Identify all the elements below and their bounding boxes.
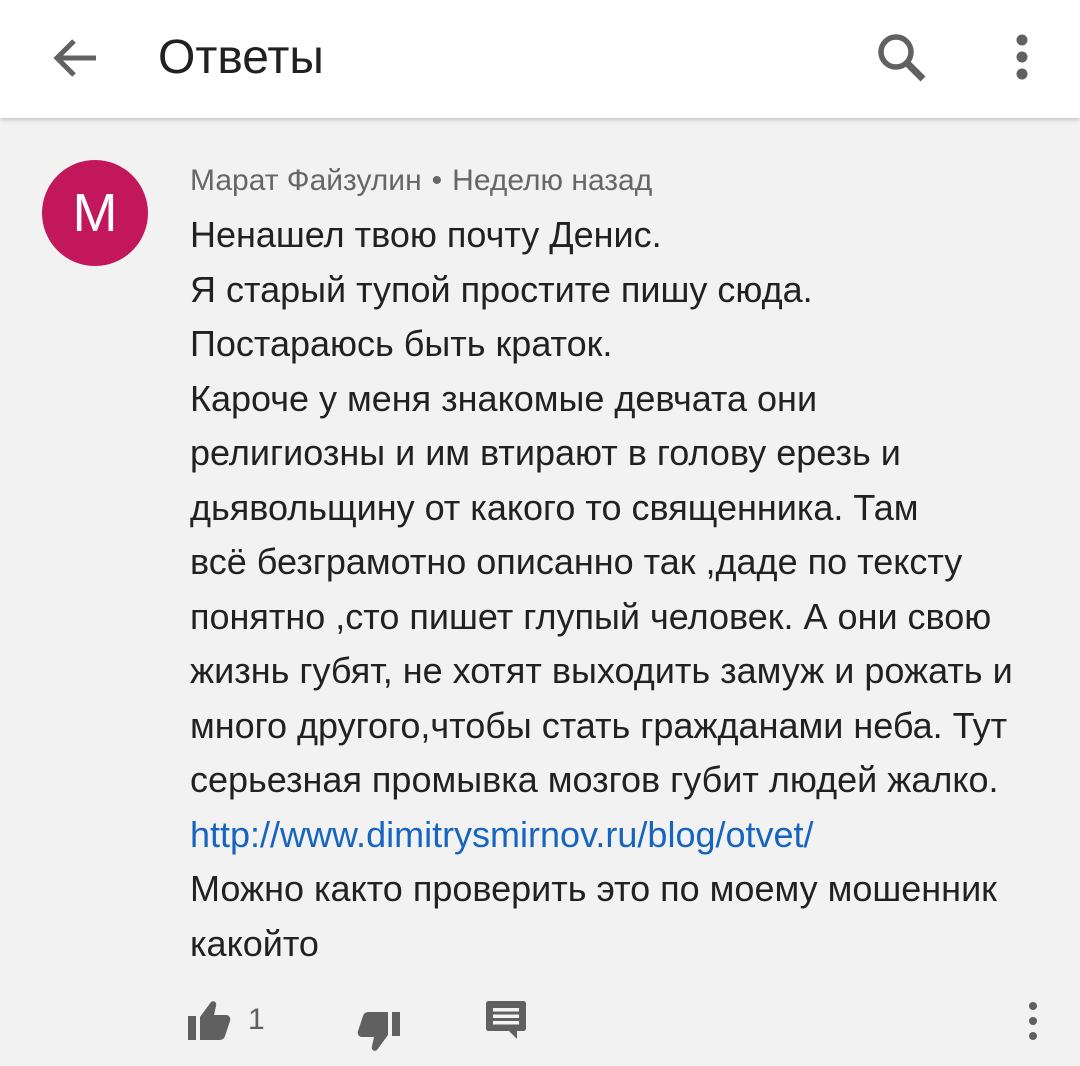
comment-line: много другого,чтобы стать гражданами неб… xyxy=(190,704,1008,746)
comment-menu-button[interactable] xyxy=(1018,996,1048,1046)
comment-line: какойто xyxy=(190,922,319,964)
arrow-back-icon xyxy=(53,39,96,77)
comment-line: понятно ,сто пишет глупый человек. А они… xyxy=(190,595,992,637)
comment-line: религиозны и им втирают в голову ерезь и xyxy=(190,432,901,473)
reply-button[interactable] xyxy=(484,998,528,1042)
search-icon xyxy=(878,34,926,82)
comment-actions: 1 xyxy=(0,994,1080,1054)
comment-line: Можно както проверить это по моему мошен… xyxy=(190,868,997,909)
comment-line: всё безграмотно описанно так ,даде по те… xyxy=(190,541,963,582)
comment-meta: Марат Файзулин • Неделю назад xyxy=(190,162,652,200)
more-vertical-icon xyxy=(1016,34,1028,80)
comment-line: жизнь губят, не хотят выходить замуж и р… xyxy=(190,650,1013,691)
like-count: 1 xyxy=(248,1003,265,1036)
comment-line: Кароче у меня знакомые девчата они xyxy=(190,377,818,419)
meta-separator: • xyxy=(431,164,443,197)
more-vertical-icon xyxy=(1029,1002,1037,1040)
comment-thread: М Марат Файзулин • Неделю назад Ненашел тв… xyxy=(0,118,1080,1066)
app-bar: Ответы xyxy=(0,0,1080,118)
like-button[interactable] xyxy=(186,998,232,1044)
dislike-button[interactable] xyxy=(356,1008,402,1054)
avatar[interactable]: М xyxy=(42,160,148,266)
comment-line: Ненашел твою почту Денис. xyxy=(190,214,662,255)
comment-line: дьявольщину от какого то священника. Там xyxy=(190,486,919,528)
page-title: Ответы xyxy=(158,31,324,84)
comment-line: Постараюсь быть краток. xyxy=(190,323,613,364)
comment-text: Ненашел твою почту Денис. Я старый тупой… xyxy=(190,208,1050,971)
overflow-menu-button[interactable] xyxy=(996,24,1048,92)
comment-line: серьезная промывка мозгов губит людей жа… xyxy=(190,759,999,800)
thumb-down-icon xyxy=(357,1012,400,1051)
thumb-up-icon xyxy=(188,1001,231,1040)
comment-line: Я старый тупой простите пишу сюда. xyxy=(190,268,813,310)
back-button[interactable] xyxy=(44,26,108,90)
author-name[interactable]: Марат Файзулин xyxy=(190,164,422,197)
search-button[interactable] xyxy=(868,24,936,92)
comment-time: Неделю назад xyxy=(452,164,653,197)
comment-link[interactable]: http://www.dimitrysmirnov.ru/blog/otvet/ xyxy=(190,808,1050,863)
reply-comment-icon xyxy=(486,1001,526,1039)
